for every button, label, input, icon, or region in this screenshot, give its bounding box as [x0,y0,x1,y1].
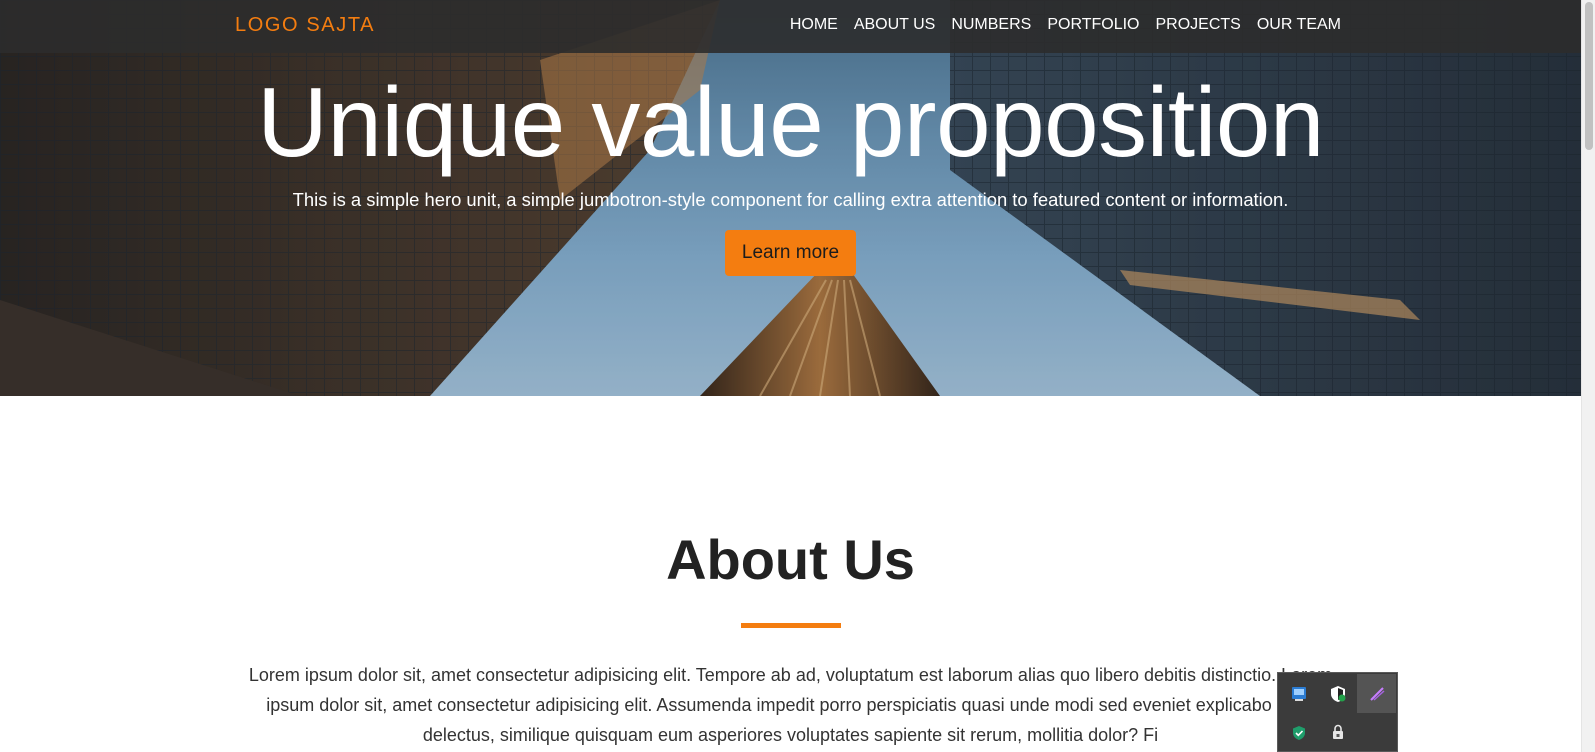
nav-item-projects[interactable]: PROJECTS [1156,16,1241,34]
feather-pen-icon[interactable] [1357,674,1396,713]
site-logo[interactable]: LOGO SAJTA [235,14,375,37]
navbar: LOGO SAJTA HOME ABOUT US NUMBERS PORTFOL… [0,0,1581,53]
security-check-icon[interactable] [1279,713,1318,752]
hero-section: LOGO SAJTA HOME ABOUT US NUMBERS PORTFOL… [0,0,1581,396]
nav-item-home[interactable]: HOME [790,16,838,34]
printer-lock-icon[interactable] [1318,713,1357,752]
about-title: About Us [666,528,915,591]
about-text: Lorem ipsum dolor sit, amet consectetur … [248,665,1333,745]
shield-icon[interactable] [1318,674,1357,713]
learn-more-button[interactable]: Learn more [725,230,856,276]
nav-item-about-us[interactable]: ABOUT US [854,16,936,34]
hero-title: Unique value proposition [257,67,1324,177]
nav-item-numbers[interactable]: NUMBERS [951,16,1031,34]
nav-menu: HOME ABOUT US NUMBERS PORTFOLIO PROJECTS… [790,16,1341,34]
system-tray-overflow [1277,672,1398,752]
scrollbar-thumb[interactable] [1585,2,1593,150]
nav-item-portfolio[interactable]: PORTFOLIO [1047,16,1139,34]
nav-item-our-team[interactable]: OUR TEAM [1257,16,1341,34]
hero-subtitle: This is a simple hero unit, a simple jum… [292,189,1289,210]
page: LOGO SAJTA HOME ABOUT US NUMBERS PORTFOL… [0,0,1595,752]
about-divider [741,623,841,628]
network-drive-icon[interactable] [1279,674,1318,713]
page-scrollbar[interactable] [1581,0,1595,752]
